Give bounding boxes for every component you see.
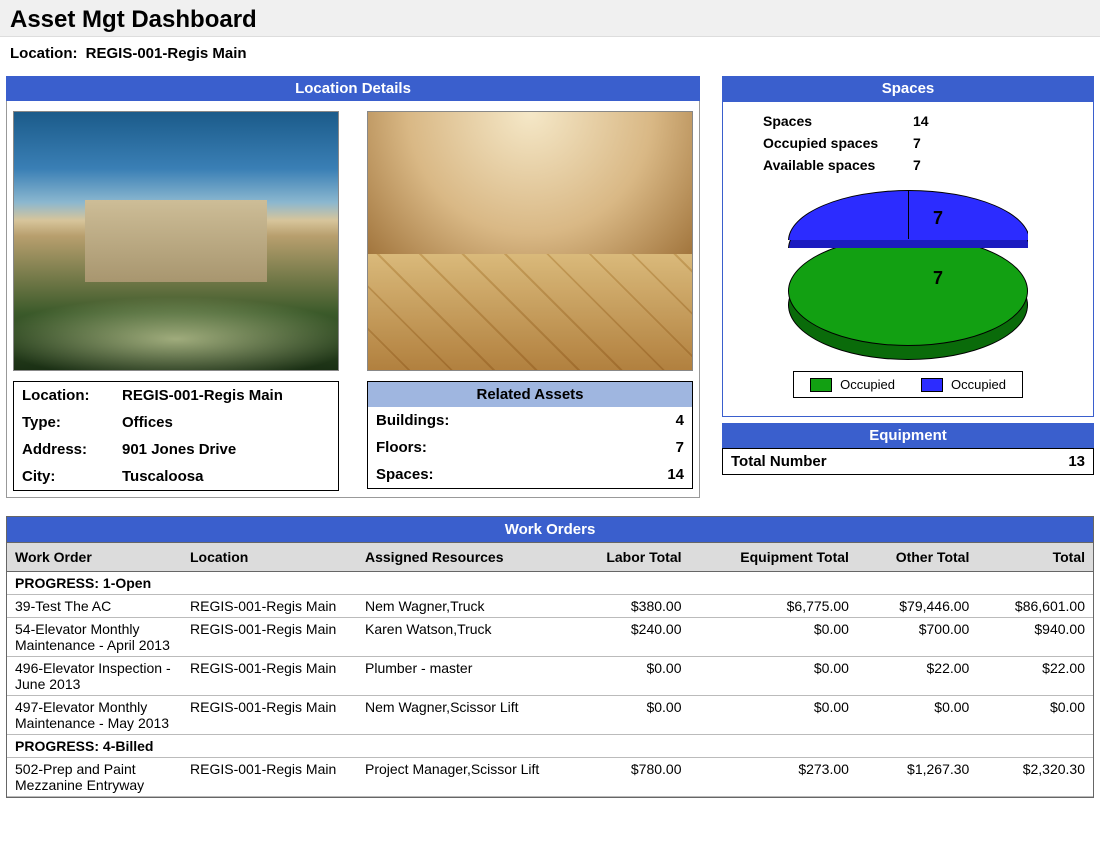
cell-other: $1,267.30: [857, 758, 977, 797]
swatch-green-icon: [810, 378, 832, 392]
cell-wo: 39-Test The AC: [7, 595, 182, 618]
cell-equip: $0.00: [690, 618, 857, 657]
header-bar: Asset Mgt Dashboard: [0, 0, 1100, 37]
cell-total: $22.00: [977, 657, 1093, 696]
pie-label-bottom: 7: [933, 268, 943, 289]
col-location[interactable]: Location: [182, 543, 357, 572]
cell-equip: $0.00: [690, 696, 857, 735]
swatch-blue-icon: [921, 378, 943, 392]
ra-spaces-value: 14: [667, 466, 684, 483]
table-row[interactable]: 496-Elevator Inspection - June 2013REGIS…: [7, 657, 1093, 696]
cell-total: $940.00: [977, 618, 1093, 657]
cell-other: $0.00: [857, 696, 977, 735]
location-label: Location:: [10, 45, 78, 62]
location-details-header: Location Details: [6, 76, 700, 101]
sp-occupied-value: 7: [913, 135, 921, 151]
equipment-panel: Equipment Total Number 13: [722, 423, 1094, 475]
equipment-total-value: 13: [1068, 453, 1085, 470]
cell-loc: REGIS-001-Regis Main: [182, 758, 357, 797]
work-orders-panel: Work Orders Work Order Location Assigned…: [6, 516, 1094, 798]
cell-loc: REGIS-001-Regis Main: [182, 696, 357, 735]
group-row[interactable]: PROGRESS: 1-Open: [7, 572, 1093, 595]
cell-res: Karen Watson,Truck: [357, 618, 567, 657]
cell-other: $700.00: [857, 618, 977, 657]
info-location-label: Location:: [22, 387, 122, 404]
sp-spaces-label: Spaces: [733, 113, 913, 129]
col-other-total[interactable]: Other Total: [857, 543, 977, 572]
spaces-pie-chart: 7 7 Occupied Occupied: [733, 176, 1083, 406]
cell-labor: $0.00: [567, 696, 690, 735]
cell-wo: 497-Elevator Monthly Maintenance - May 2…: [7, 696, 182, 735]
cell-wo: 502-Prep and Paint Mezzanine Entryway: [7, 758, 182, 797]
cell-equip: $6,775.00: [690, 595, 857, 618]
location-line: Location: REGIS-001-Regis Main: [0, 37, 1100, 76]
cell-other: $79,446.00: [857, 595, 977, 618]
cell-loc: REGIS-001-Regis Main: [182, 657, 357, 696]
cell-loc: REGIS-001-Regis Main: [182, 595, 357, 618]
work-orders-table: Work Order Location Assigned Resources L…: [7, 542, 1093, 797]
table-row[interactable]: 497-Elevator Monthly Maintenance - May 2…: [7, 696, 1093, 735]
info-location-value: REGIS-001-Regis Main: [122, 387, 283, 404]
ra-buildings-label: Buildings:: [376, 412, 449, 429]
info-city-label: City:: [22, 468, 122, 485]
equipment-header: Equipment: [722, 423, 1094, 448]
cell-equip: $0.00: [690, 657, 857, 696]
sp-available-value: 7: [913, 157, 921, 173]
location-info-box: Location:REGIS-001-Regis Main Type:Offic…: [13, 381, 339, 491]
location-details-panel: Location Details Location:REGIS-001-Regi…: [6, 76, 700, 498]
info-type-label: Type:: [22, 414, 122, 431]
sp-available-label: Available spaces: [733, 157, 913, 173]
ra-buildings-value: 4: [676, 412, 684, 429]
info-type-value: Offices: [122, 414, 173, 431]
info-address-label: Address:: [22, 441, 122, 458]
location-photo-interior: [367, 111, 693, 371]
cell-total: $2,320.30: [977, 758, 1093, 797]
location-value: REGIS-001-Regis Main: [86, 45, 247, 62]
cell-total: $86,601.00: [977, 595, 1093, 618]
table-row[interactable]: 502-Prep and Paint Mezzanine EntrywayREG…: [7, 758, 1093, 797]
col-labor-total[interactable]: Labor Total: [567, 543, 690, 572]
pie-label-top: 7: [933, 208, 943, 229]
sp-occupied-label: Occupied spaces: [733, 135, 913, 151]
cell-res: Nem Wagner,Scissor Lift: [357, 696, 567, 735]
cell-labor: $380.00: [567, 595, 690, 618]
cell-loc: REGIS-001-Regis Main: [182, 618, 357, 657]
cell-res: Project Manager,Scissor Lift: [357, 758, 567, 797]
sp-spaces-value: 14: [913, 113, 929, 129]
ra-spaces-label: Spaces:: [376, 466, 434, 483]
work-orders-header: Work Orders: [7, 517, 1093, 542]
related-assets-box: Related Assets Buildings: 4 Floors: 7 Spac…: [367, 381, 693, 489]
related-assets-header: Related Assets: [368, 382, 692, 407]
col-work-order[interactable]: Work Order: [7, 543, 182, 572]
info-address-value: 901 Jones Drive: [122, 441, 236, 458]
info-city-value: Tuscaloosa: [122, 468, 203, 485]
cell-res: Plumber - master: [357, 657, 567, 696]
ra-floors-value: 7: [676, 439, 684, 456]
cell-equip: $273.00: [690, 758, 857, 797]
cell-res: Nem Wagner,Truck: [357, 595, 567, 618]
location-photo-exterior: [13, 111, 339, 371]
spaces-header: Spaces: [722, 76, 1094, 101]
table-row[interactable]: 54-Elevator Monthly Maintenance - April …: [7, 618, 1093, 657]
cell-labor: $780.00: [567, 758, 690, 797]
spaces-panel: Spaces Spaces14 Occupied spaces7 Availab…: [722, 76, 1094, 417]
equipment-total-label: Total Number: [731, 453, 827, 470]
cell-other: $22.00: [857, 657, 977, 696]
table-header-row: Work Order Location Assigned Resources L…: [7, 543, 1093, 572]
legend-item-occupied-b: Occupied: [921, 377, 1006, 392]
page-title: Asset Mgt Dashboard: [10, 6, 1090, 34]
table-row[interactable]: 39-Test The ACREGIS-001-Regis MainNem Wa…: [7, 595, 1093, 618]
cell-labor: $240.00: [567, 618, 690, 657]
cell-total: $0.00: [977, 696, 1093, 735]
col-resources[interactable]: Assigned Resources: [357, 543, 567, 572]
col-total[interactable]: Total: [977, 543, 1093, 572]
legend-item-occupied-a: Occupied: [810, 377, 895, 392]
ra-floors-label: Floors:: [376, 439, 427, 456]
cell-labor: $0.00: [567, 657, 690, 696]
cell-wo: 54-Elevator Monthly Maintenance - April …: [7, 618, 182, 657]
pie-legend: Occupied Occupied: [793, 371, 1023, 398]
cell-wo: 496-Elevator Inspection - June 2013: [7, 657, 182, 696]
group-row[interactable]: PROGRESS: 4-Billed: [7, 735, 1093, 758]
col-equipment-total[interactable]: Equipment Total: [690, 543, 857, 572]
